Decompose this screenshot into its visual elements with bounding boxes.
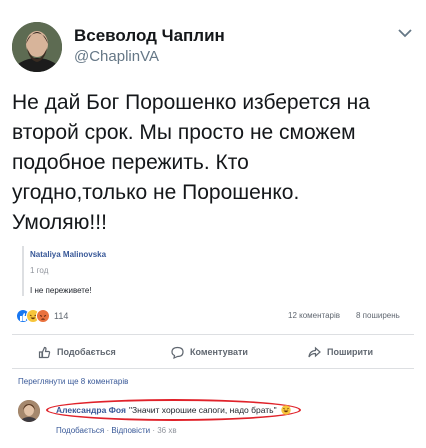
comment-reply-link[interactable]: Відповісти (111, 426, 150, 435)
tweet-text-line: угодно,только не Порошенко. (12, 181, 300, 204)
like-label: Подобається (57, 347, 116, 357)
share-label: Поширити (327, 347, 373, 357)
comments-count[interactable]: 12 коментарів (288, 311, 340, 320)
comment-text: "Значит хорошие сапоги, надо брать" (128, 405, 277, 415)
author-avatar[interactable] (12, 22, 62, 72)
thumbs-up-icon (38, 346, 51, 358)
comment-time: 36 хв (157, 426, 177, 435)
quote-text: І не переживете! (30, 286, 92, 295)
commenter-avatar[interactable] (18, 400, 40, 422)
comment-item: Александра Фоя "Значит хорошие сапоги, н… (18, 397, 418, 437)
comment-bubble-highlighted: Александра Фоя "Значит хорошие сапоги, н… (46, 399, 301, 421)
tweet-text-line: подобное пережить. Кто (12, 151, 249, 174)
share-icon (308, 346, 321, 357)
quoted-comment: Nataliya Malinovska 1 год І не переживет… (22, 246, 412, 296)
quote-author[interactable]: Nataliya Malinovska (30, 250, 106, 259)
facebook-post: Nataliya Malinovska 1 год І не переживет… (0, 238, 426, 448)
reactions-count: 114 (54, 311, 69, 321)
tweet-text-line: Не дай Бог Порошенко изберется на (12, 91, 370, 114)
post-stats: 114 12 коментарів 8 поширень (16, 308, 412, 324)
tweet-text-line: Умоляю!!! (12, 211, 107, 234)
divider (12, 368, 414, 369)
share-button[interactable]: Поширити (308, 342, 373, 362)
comment-button[interactable]: Коментувати (171, 342, 248, 362)
comment-like-link[interactable]: Подобається (56, 426, 104, 435)
reactions-summary[interactable]: 114 (16, 308, 68, 324)
tweet-text-line: второй срок. Мы просто не сможем (12, 121, 356, 144)
shares-count[interactable]: 8 поширень (356, 311, 400, 320)
comment-meta: Подобається · Відповісти · 36 хв (56, 426, 177, 435)
tweet-card: Всеволод Чаплин @ChaplinVA Не дай Бог По… (0, 0, 426, 245)
divider (12, 334, 414, 335)
author-handle[interactable]: @ChaplinVA (74, 48, 159, 65)
commenter-name[interactable]: Александра Фоя (56, 405, 126, 415)
quote-time: 1 год (30, 266, 49, 275)
laughing-emoji-icon (280, 405, 291, 415)
angry-icon (36, 309, 50, 323)
like-button[interactable]: Подобається (38, 342, 116, 362)
comment-label: Коментувати (190, 347, 248, 357)
view-more-comments-link[interactable]: Переглянути ще 8 коментарів (18, 377, 128, 386)
chevron-down-icon[interactable] (398, 28, 412, 38)
post-actions: Подобається Коментувати Поширити (12, 338, 414, 366)
comment-icon (171, 346, 184, 359)
tweet-text: Не дай Бог Порошенко изберется на второй… (12, 88, 417, 238)
author-name[interactable]: Всеволод Чаплин (74, 26, 225, 46)
